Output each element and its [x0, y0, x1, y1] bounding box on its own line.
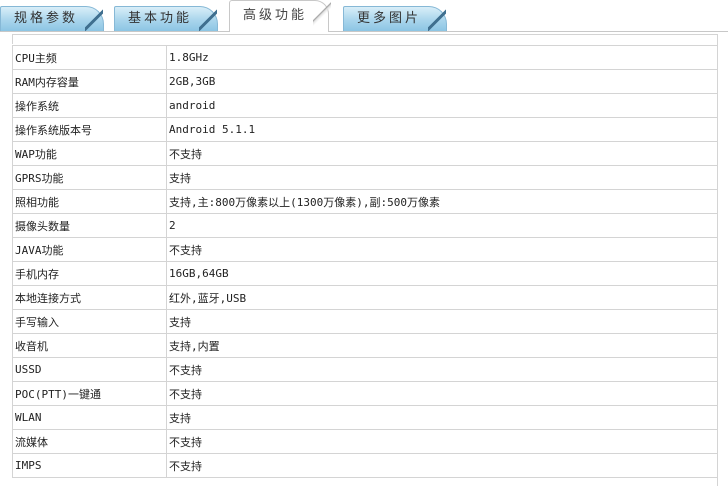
spec-key: 照相功能: [12, 189, 167, 214]
spec-value: 支持: [166, 165, 718, 190]
table-row: GPRS功能 支持: [12, 165, 718, 190]
tab-advanced-features[interactable]: 高级功能: [229, 0, 331, 32]
spec-key: 手机内存: [12, 261, 167, 286]
spec-value: 不支持: [166, 357, 718, 382]
spec-key: 流媒体: [12, 429, 167, 454]
table-row: WLAN 支持: [12, 405, 718, 430]
panel-top-border: [12, 34, 718, 44]
spec-key: JAVA功能: [12, 237, 167, 262]
table-row: USSD 不支持: [12, 357, 718, 382]
tab-basic-features-label: 基本功能: [128, 11, 193, 26]
table-row: 本地连接方式 红外,蓝牙,USB: [12, 285, 718, 310]
spec-key: RAM内存容量: [12, 69, 167, 94]
tab-advanced-features-label: 高级功能: [243, 8, 308, 23]
spec-value: 不支持: [166, 453, 718, 478]
spec-value: 2GB,3GB: [166, 69, 718, 94]
table-row: 手写输入 支持: [12, 309, 718, 334]
spec-key: GPRS功能: [12, 165, 167, 190]
spec-value: 支持: [166, 309, 718, 334]
table-row: JAVA功能 不支持: [12, 237, 718, 262]
spec-table: CPU主频 1.8GHz RAM内存容量 2GB,3GB 操作系统 android 操…: [12, 45, 718, 478]
spec-value: 支持,内置: [166, 333, 718, 358]
spec-value: 1.8GHz: [166, 45, 718, 70]
spec-key: CPU主频: [12, 45, 167, 70]
spec-value: Android 5.1.1: [166, 117, 718, 142]
tab-basic-features[interactable]: 基本功能: [114, 6, 218, 31]
tab-specs[interactable]: 规格参数: [0, 6, 104, 31]
table-row: IMPS 不支持: [12, 453, 718, 478]
tab-bar: 规格参数 基本功能 高级功能 更多图片: [0, 0, 728, 34]
spec-value: 不支持: [166, 381, 718, 406]
tab-more-images-label: 更多图片: [357, 11, 422, 26]
table-row: 流媒体 不支持: [12, 429, 718, 454]
table-row: 收音机 支持,内置: [12, 333, 718, 358]
table-row: 手机内存 16GB,64GB: [12, 261, 718, 286]
spec-value: 红外,蓝牙,USB: [166, 285, 718, 310]
spec-key: 摄像头数量: [12, 213, 167, 238]
table-row: 照相功能 支持,主:800万像素以上(1300万像素),副:500万像素: [12, 189, 718, 214]
spec-key: 本地连接方式: [12, 285, 167, 310]
spec-value: 不支持: [166, 429, 718, 454]
spec-key: WLAN: [12, 405, 167, 430]
spec-value: android: [166, 93, 718, 118]
spec-key: IMPS: [12, 453, 167, 478]
spec-key: WAP功能: [12, 141, 167, 166]
table-row: 操作系统版本号 Android 5.1.1: [12, 117, 718, 142]
tab-specs-label: 规格参数: [14, 11, 79, 26]
tab-baseline: [0, 31, 728, 32]
spec-key: POC(PTT)一键通: [12, 381, 167, 406]
table-row: POC(PTT)一键通 不支持: [12, 381, 718, 406]
table-row: WAP功能 不支持: [12, 141, 718, 166]
spec-value: 2: [166, 213, 718, 238]
table-row: CPU主频 1.8GHz: [12, 45, 718, 70]
spec-key: USSD: [12, 357, 167, 382]
table-row: 操作系统 android: [12, 93, 718, 118]
spec-value: 支持,主:800万像素以上(1300万像素),副:500万像素: [166, 189, 718, 214]
spec-key: 操作系统版本号: [12, 117, 167, 142]
spec-value: 16GB,64GB: [166, 261, 718, 286]
table-row: 摄像头数量 2: [12, 213, 718, 238]
table-row: RAM内存容量 2GB,3GB: [12, 69, 718, 94]
spec-value: 支持: [166, 405, 718, 430]
spec-value: 不支持: [166, 141, 718, 166]
spec-value: 不支持: [166, 237, 718, 262]
spec-key: 收音机: [12, 333, 167, 358]
spec-key: 手写输入: [12, 309, 167, 334]
tab-more-images[interactable]: 更多图片: [343, 6, 447, 31]
spec-key: 操作系统: [12, 93, 167, 118]
